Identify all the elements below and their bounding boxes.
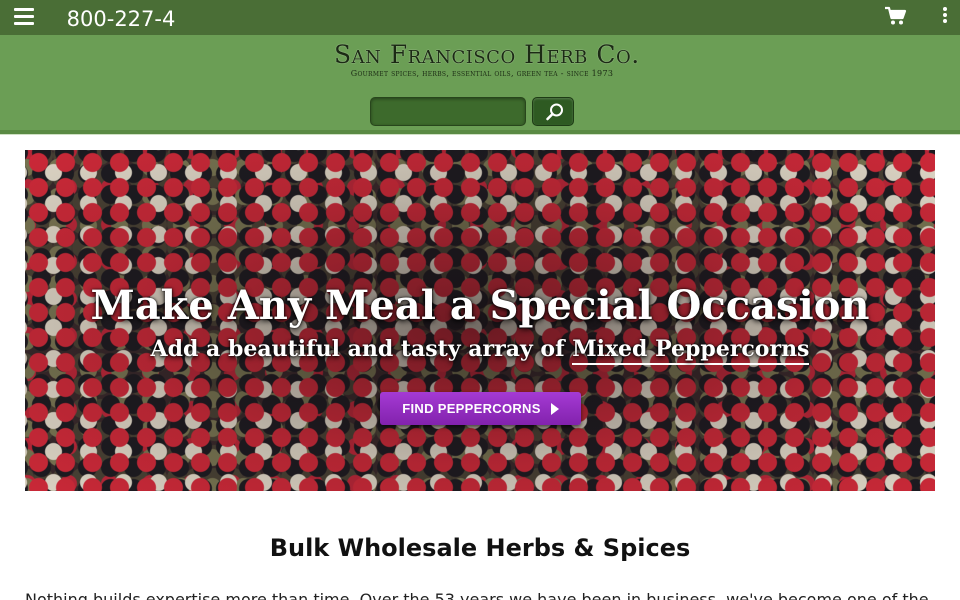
cta-label: FIND PEPPERCORNS [402, 401, 541, 416]
logo-name: San Francisco Herb Co. [334, 40, 640, 69]
hero-subline: Add a beautiful and tasty array of Mixed… [25, 333, 935, 365]
hero-banner[interactable]: Make Any Meal a Special Occasion Add a b… [25, 150, 935, 491]
hero-subline-prefix: Add a beautiful and tasty array of [150, 336, 565, 362]
intro-paragraph: Nothing builds expertise more than time.… [25, 590, 929, 600]
hamburger-menu-icon[interactable] [14, 8, 36, 26]
page-title: Bulk Wholesale Herbs & Spices [269, 534, 691, 562]
kebab-menu-icon[interactable] [938, 7, 952, 27]
cart-icon[interactable] [884, 6, 908, 26]
logo-tagline: Gourmet spices, herbs, essential oils, g… [350, 69, 614, 78]
magnifier-icon [546, 103, 563, 121]
hero-headline: Make Any Meal a Special Occasion [90, 282, 870, 329]
site-logo[interactable]: San Francisco Herb Co. Gourmet spices, h… [334, 40, 640, 83]
play-arrow-icon [550, 402, 559, 415]
site-header: San Francisco Herb Co. Gourmet spices, h… [0, 35, 960, 130]
find-peppercorns-button[interactable]: FIND PEPPERCORNS [380, 392, 581, 425]
search-input[interactable] [370, 97, 526, 126]
hero-subline-link[interactable]: Mixed Peppercorns [572, 336, 810, 365]
header-divider [0, 130, 960, 135]
search-button[interactable] [532, 97, 574, 126]
top-bar: 800-227-4530 [0, 0, 960, 63]
